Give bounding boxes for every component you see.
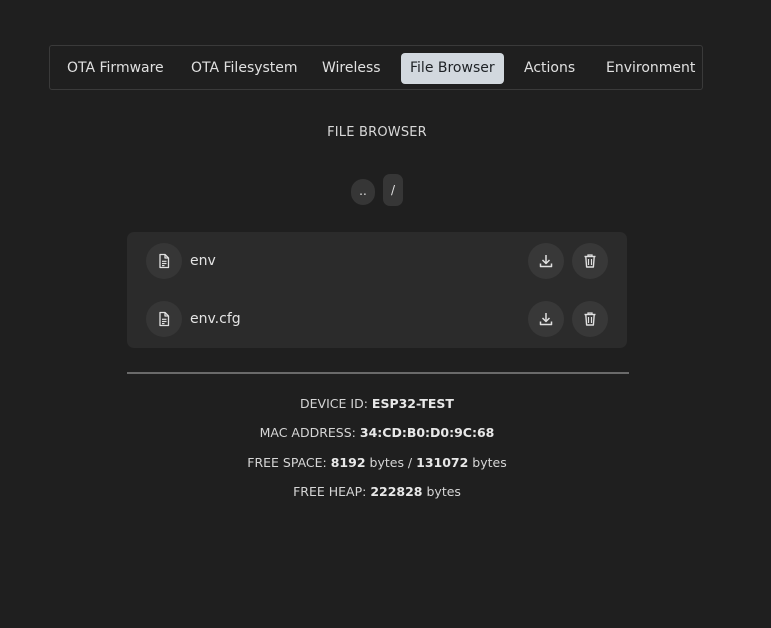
breadcrumb-parent-button[interactable]: .. [351,179,375,205]
file-name[interactable]: env.cfg [190,290,241,348]
download-button[interactable] [528,301,564,337]
file-text-icon [146,301,182,337]
free-space-total: 131072 [416,455,469,470]
delete-button[interactable] [572,243,608,279]
download-icon [539,313,553,326]
breadcrumb-root-button[interactable]: / [383,174,403,206]
tab-bar: OTA Firmware OTA Filesystem Wireless Fil… [49,45,703,90]
tab-ota-filesystem[interactable]: OTA Filesystem [182,53,307,84]
file-list: env env.cfg [127,232,627,348]
device-id-value: ESP32-TEST [371,396,454,411]
mac-address-line: MAC ADDRESS: 34:CD:B0:D0:9C:68 [0,425,754,440]
tab-actions[interactable]: Actions [515,53,584,84]
free-heap-line: FREE HEAP: 222828 bytes [0,484,754,499]
free-space-used: 8192 [330,455,366,470]
free-space-total-unit: bytes [472,455,507,470]
device-id-label: DEVICE ID: [300,396,368,411]
mac-address-label: MAC ADDRESS: [259,425,356,440]
page-title: FILE BROWSER [327,125,427,140]
delete-button[interactable] [572,301,608,337]
mac-address-value: 34:CD:B0:D0:9C:68 [359,425,495,440]
free-heap-label: FREE HEAP: [293,484,367,499]
list-item[interactable]: env [127,232,627,290]
tab-ota-firmware[interactable]: OTA Firmware [58,53,173,84]
free-space-unit: bytes / [369,455,413,470]
download-icon [539,255,553,268]
file-name[interactable]: env [190,232,216,290]
free-space-label: FREE SPACE: [247,455,327,470]
device-id-line: DEVICE ID: ESP32-TEST [0,396,754,411]
tab-environment[interactable]: Environment [597,53,704,84]
tab-file-browser[interactable]: File Browser [401,53,504,84]
trash-icon [584,312,596,326]
trash-icon [584,254,596,268]
download-button[interactable] [528,243,564,279]
free-heap-value: 222828 [370,484,423,499]
free-heap-unit: bytes [426,484,461,499]
free-space-line: FREE SPACE: 8192 bytes / 131072 bytes [0,455,754,470]
list-item[interactable]: env.cfg [127,290,627,348]
file-text-icon [146,243,182,279]
tab-wireless[interactable]: Wireless [313,53,390,84]
divider [127,372,629,374]
